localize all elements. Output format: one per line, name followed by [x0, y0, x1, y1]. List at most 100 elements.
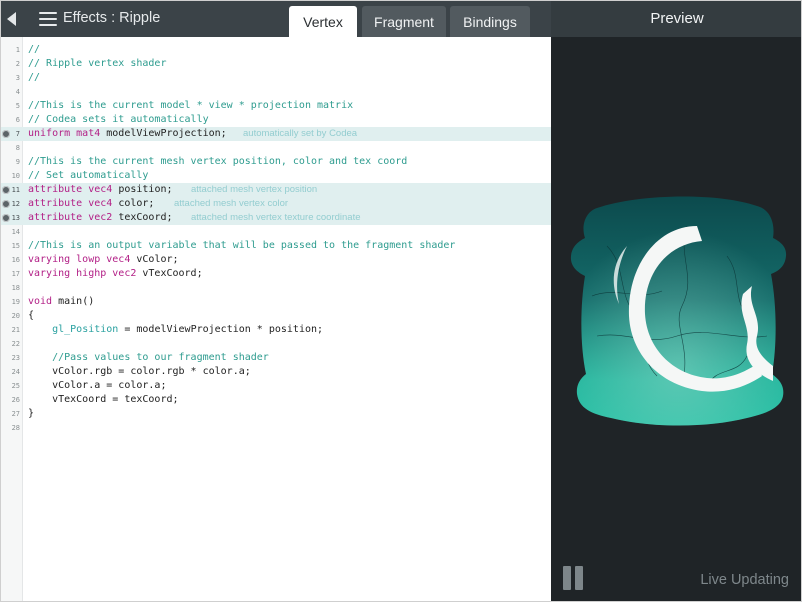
- binding-hint: attached mesh vertex texture coordinate: [191, 212, 361, 223]
- code-token: // Ripple vertex shader: [28, 58, 167, 69]
- line-number: 10: [11, 172, 20, 180]
- line-number: 11: [11, 186, 20, 194]
- code-token: //: [28, 44, 41, 55]
- line-code: //This is the current model * view * pro…: [28, 99, 353, 113]
- preview-panel: Preview Live Updating: [551, 1, 801, 601]
- code-token: color;: [112, 198, 155, 209]
- code-token: attribute vec2: [28, 212, 113, 223]
- code-token: //This is the current mesh vertex positi…: [28, 156, 408, 167]
- hamburger-menu-icon[interactable]: [39, 12, 57, 26]
- code-token: //This is the current model * view * pro…: [28, 100, 354, 111]
- back-arrow-icon[interactable]: [7, 12, 16, 26]
- code-line[interactable]: 19 void main(): [1, 295, 551, 309]
- code-line[interactable]: 28: [1, 421, 551, 435]
- line-number: 23: [11, 354, 20, 362]
- binding-hint: automatically set by Codea: [243, 128, 358, 139]
- line-code: gl_Position = modelViewProjection * posi…: [28, 323, 323, 337]
- code-line[interactable]: 5 //This is the current model * view * pr…: [1, 99, 551, 113]
- code-line[interactable]: 24 vColor.rgb = color.rgb * color.a;: [1, 365, 551, 379]
- line-code: vTexCoord = texCoord;: [28, 393, 179, 407]
- code-line[interactable]: 23 //Pass values to our fragment shader: [1, 351, 551, 365]
- tab-bindings[interactable]: Bindings: [450, 6, 530, 37]
- line-number: 7: [15, 130, 20, 138]
- code-token: attribute vec4: [28, 198, 113, 209]
- line-number: 9: [15, 158, 20, 166]
- code-line[interactable]: 27}: [1, 407, 551, 421]
- line-code: }: [28, 407, 34, 421]
- line-number: 2: [15, 60, 20, 68]
- line-number: 19: [11, 298, 20, 306]
- code-line[interactable]: 12 attribute vec4 color; attached mesh ver…: [1, 197, 551, 211]
- code-token: = modelViewProjection * position;: [118, 324, 324, 335]
- live-updating-label: Live Updating: [700, 572, 789, 588]
- code-line[interactable]: 21 gl_Position = modelViewProjection * p…: [1, 323, 551, 337]
- line-code: varying lowp vec4 vColor;: [28, 253, 179, 267]
- preview-title: Preview: [551, 1, 801, 37]
- code-token: //Pass values to our fragment shader: [28, 352, 269, 363]
- code-token: texCoord;: [112, 212, 173, 223]
- line-code: vColor.rgb = color.rgb * color.a;: [28, 365, 251, 379]
- line-code: attribute vec4 color;: [28, 197, 154, 211]
- line-code: attribute vec2 texCoord;: [28, 211, 173, 225]
- code-token: modelViewProjection;: [100, 128, 227, 139]
- code-line[interactable]: 7 uniform mat4 modelViewProjection; automa…: [1, 127, 551, 141]
- code-token: varying lowp vec4: [28, 254, 131, 265]
- pause-icon[interactable]: [563, 566, 587, 590]
- code-line[interactable]: 2 // Ripple vertex shader: [1, 57, 551, 71]
- editor-toolbar: Effects : Ripple Vertex Fragment Binding…: [1, 1, 551, 37]
- line-code: //: [28, 43, 40, 57]
- line-number: 18: [11, 284, 20, 292]
- line-code: //This is the current mesh vertex positi…: [28, 155, 407, 169]
- code-token: position;: [112, 184, 173, 195]
- code-line[interactable]: 4: [1, 85, 551, 99]
- line-number: 4: [15, 88, 20, 96]
- code-line[interactable]: 11 attribute vec4 position; attached mesh …: [1, 183, 551, 197]
- line-code: varying highp vec2 vTexCoord;: [28, 267, 203, 281]
- code-line[interactable]: 18: [1, 281, 551, 295]
- code-line[interactable]: 17 varying highp vec2 vTexCoord;: [1, 267, 551, 281]
- line-number: 8: [15, 144, 20, 152]
- code-line[interactable]: 10 // Set automatically: [1, 169, 551, 183]
- code-line[interactable]: 6 // Codea sets it automatically: [1, 113, 551, 127]
- line-number: 25: [11, 382, 20, 390]
- line-code: // Codea sets it automatically: [28, 113, 209, 127]
- line-number: 21: [11, 326, 20, 334]
- line-code: //: [28, 71, 40, 85]
- code-token: vTexCoord = texCoord;: [28, 394, 179, 405]
- line-code: {: [28, 309, 34, 323]
- line-code: // Ripple vertex shader: [28, 57, 166, 71]
- line-number: 1: [15, 46, 20, 54]
- line-code: vColor.a = color.a;: [28, 379, 166, 393]
- code-line[interactable]: 8: [1, 141, 551, 155]
- code-token: varying highp vec2: [28, 268, 137, 279]
- code-line[interactable]: 9 //This is the current mesh vertex posit…: [1, 155, 551, 169]
- code-line[interactable]: 13 attribute vec2 texCoord; attached mesh …: [1, 211, 551, 225]
- code-line[interactable]: 14: [1, 225, 551, 239]
- tab-fragment[interactable]: Fragment: [362, 6, 446, 37]
- line-number: 3: [15, 74, 20, 82]
- line-code: //This is an output variable that will b…: [28, 239, 455, 253]
- code-token: uniform mat4: [28, 128, 101, 139]
- code-token: main(): [52, 296, 95, 307]
- tab-vertex[interactable]: Vertex: [289, 6, 357, 37]
- line-code: // Set automatically: [28, 169, 148, 183]
- code-line[interactable]: 22: [1, 337, 551, 351]
- code-line[interactable]: 25 vColor.a = color.a;: [1, 379, 551, 393]
- line-number: 6: [15, 116, 20, 124]
- code-line[interactable]: 26 vTexCoord = texCoord;: [1, 393, 551, 407]
- line-number: 28: [11, 424, 20, 432]
- code-line[interactable]: 15 //This is an output variable that will…: [1, 239, 551, 253]
- code-token: vColor.rgb = color.rgb * color.a;: [28, 366, 251, 377]
- line-number: 5: [15, 102, 20, 110]
- code-token: gl_Position: [52, 324, 119, 335]
- code-line[interactable]: 20 {: [1, 309, 551, 323]
- code-line[interactable]: 3 //: [1, 71, 551, 85]
- binding-hint: attached mesh vertex position: [191, 184, 318, 195]
- code-line[interactable]: 1 //: [1, 43, 551, 57]
- line-number: 12: [11, 200, 20, 208]
- code-line[interactable]: 16 varying lowp vec4 vColor;: [1, 253, 551, 267]
- code-token: }: [28, 408, 35, 419]
- line-number: 14: [11, 228, 20, 236]
- code-editor[interactable]: 1 // 2 // Ripple vertex shader 3 // 4 5 //This i…: [1, 37, 551, 601]
